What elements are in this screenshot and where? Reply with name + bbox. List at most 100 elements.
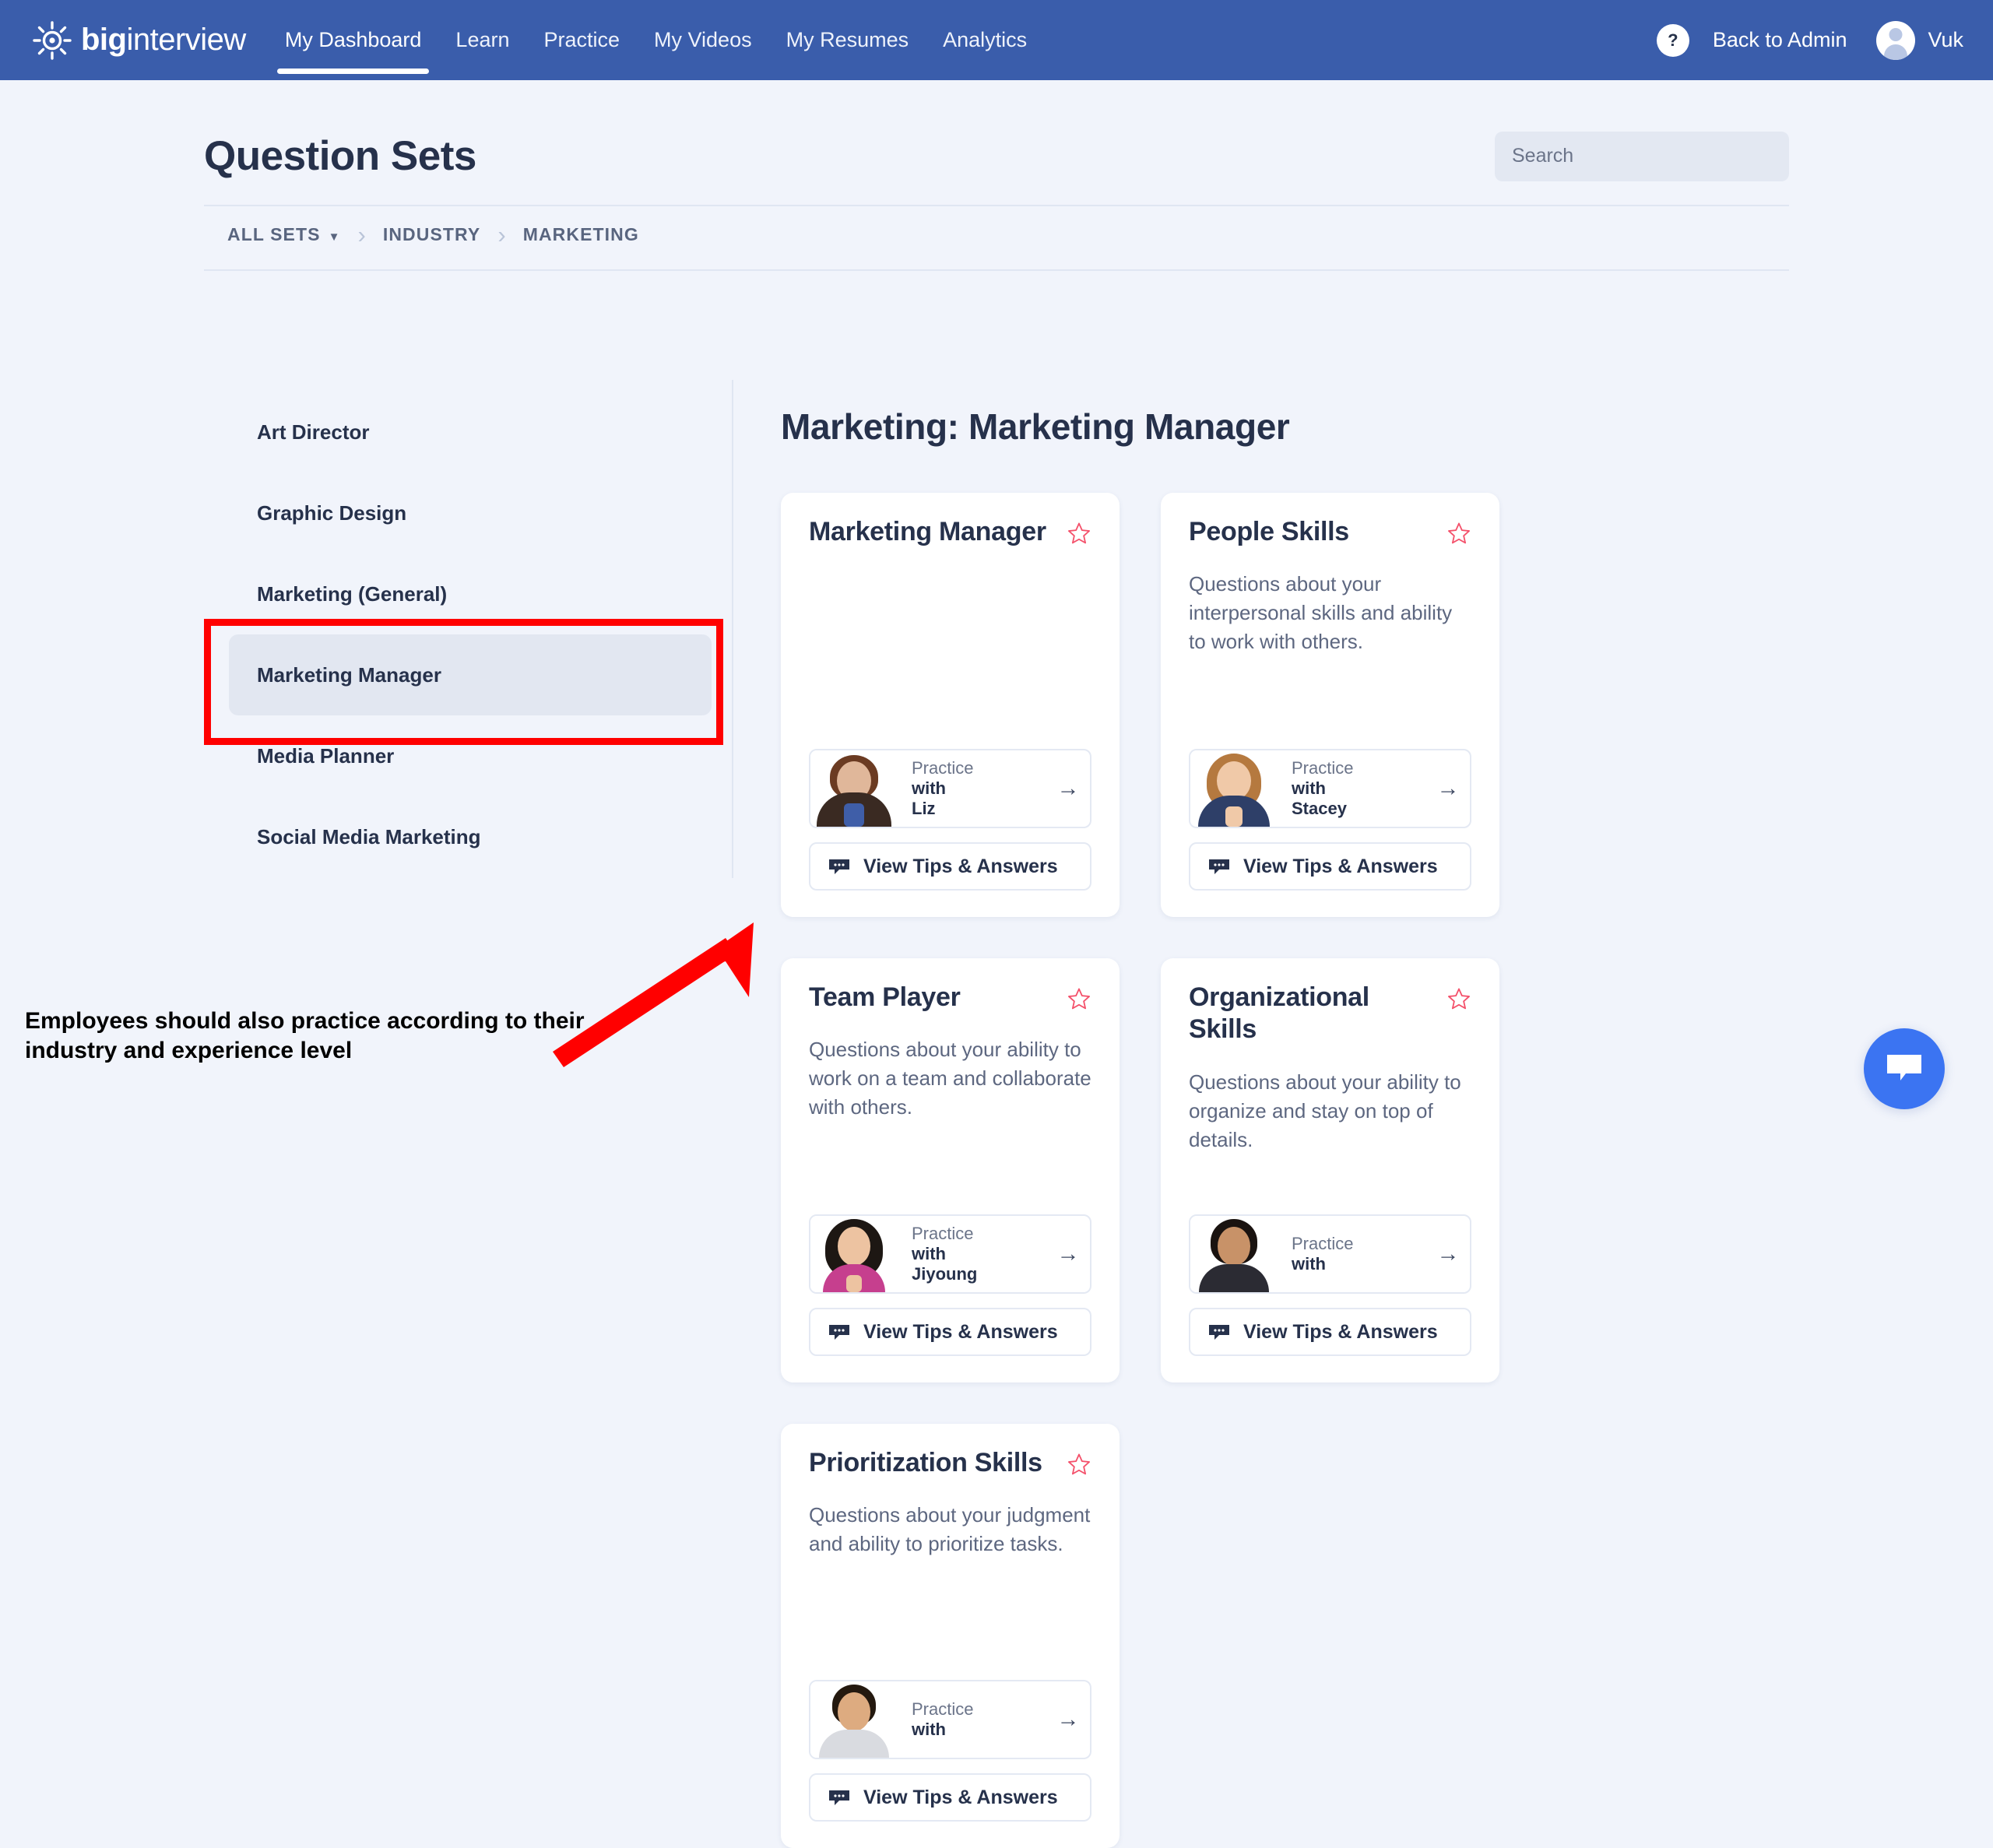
practice-text: Practice with bbox=[1278, 1216, 1426, 1292]
breadcrumb: ALL SETS ▼ › INDUSTRY › MARKETING bbox=[227, 223, 639, 247]
card-spacer bbox=[809, 570, 1091, 749]
breadcrumb-item-marketing[interactable]: MARKETING bbox=[523, 224, 639, 245]
practice-with: with bbox=[1292, 1254, 1326, 1274]
card-spacer bbox=[809, 1122, 1091, 1214]
practice-button[interactable]: Practice with → bbox=[809, 1680, 1091, 1759]
chat-widget-button[interactable] bbox=[1864, 1028, 1945, 1109]
card-spacer bbox=[809, 1558, 1091, 1680]
coach-photo-4 bbox=[1190, 1216, 1278, 1292]
practice-label: Practice bbox=[912, 758, 974, 778]
tips-label: View Tips & Answers bbox=[863, 855, 1058, 877]
sidebar-item-art-director[interactable]: Art Director bbox=[229, 392, 712, 473]
card-header: People Skills bbox=[1189, 516, 1471, 548]
chat-bubble-icon bbox=[1887, 1055, 1921, 1080]
practice-with: with bbox=[912, 1244, 946, 1264]
card-title: Marketing Manager bbox=[809, 517, 1046, 546]
star-outline-icon[interactable] bbox=[1446, 521, 1471, 546]
view-tips-answers-button[interactable]: View Tips & Answers bbox=[1189, 842, 1471, 891]
question-set-card-grid: Marketing Manager Practice with Liz → Vi… bbox=[781, 493, 1879, 1848]
practice-text: Practice with Liz bbox=[898, 750, 1046, 827]
tips-label: View Tips & Answers bbox=[1243, 1320, 1438, 1343]
search-input[interactable] bbox=[1495, 131, 1789, 181]
view-tips-answers-button[interactable]: View Tips & Answers bbox=[809, 1308, 1091, 1356]
card-people-skills[interactable]: People Skills Questions about your inter… bbox=[1161, 493, 1499, 917]
vertical-divider bbox=[732, 380, 733, 878]
chat-bubble-icon bbox=[829, 1325, 849, 1340]
sidebar-item-graphic-design[interactable]: Graphic Design bbox=[229, 473, 712, 553]
chevron-right-icon-2: › bbox=[497, 221, 506, 248]
practice-with: with bbox=[1292, 778, 1326, 799]
card-header: Team Player bbox=[809, 982, 1091, 1014]
sidebar-item-marketing-manager[interactable]: Marketing Manager bbox=[229, 634, 712, 715]
arrow-right-icon: → bbox=[1436, 775, 1460, 801]
coach-photo-liz bbox=[810, 750, 898, 827]
practice-button[interactable]: Practice with Liz → bbox=[809, 749, 1091, 828]
page-content: Question Sets ALL SETS ▼ › INDUSTRY › MAR… bbox=[0, 80, 1993, 1848]
breadcrumb-item-industry[interactable]: INDUSTRY bbox=[383, 224, 481, 245]
divider-bottom bbox=[204, 269, 1789, 271]
practice-button[interactable]: Practice with Stacey → bbox=[1189, 749, 1471, 828]
breadcrumb-label-all-sets: ALL SETS bbox=[227, 224, 321, 244]
page-header: Question Sets bbox=[204, 107, 1789, 205]
card-header: Prioritization Skills bbox=[809, 1447, 1091, 1479]
star-outline-icon[interactable] bbox=[1067, 521, 1091, 546]
divider-top bbox=[204, 205, 1789, 206]
nav-item-my-resumes[interactable]: My Resumes bbox=[769, 0, 926, 80]
sidebar-item-marketing-general[interactable]: Marketing (General) bbox=[229, 553, 712, 634]
practice-coach-name: Liz bbox=[912, 798, 936, 818]
chevron-down-icon: ▼ bbox=[328, 230, 341, 244]
tips-label: View Tips & Answers bbox=[863, 1320, 1058, 1343]
nav-item-my-videos[interactable]: My Videos bbox=[637, 0, 769, 80]
avatar bbox=[1876, 20, 1916, 60]
sidebar-item-media-planner[interactable]: Media Planner bbox=[229, 715, 712, 796]
card-description: Questions about your judgment and abilit… bbox=[809, 1503, 1091, 1556]
sun-icon bbox=[33, 20, 72, 60]
nav-item-practice[interactable]: Practice bbox=[526, 0, 637, 80]
arrow-right-icon: → bbox=[1056, 1706, 1080, 1732]
card-title: People Skills bbox=[1189, 517, 1349, 546]
arrow-right-icon: → bbox=[1436, 1241, 1460, 1267]
user-name-label: Vuk bbox=[1928, 28, 1963, 51]
card-description: Questions about your interpersonal skill… bbox=[1189, 572, 1453, 654]
back-to-admin-link[interactable]: Back to Admin bbox=[1713, 28, 1847, 52]
nav-right-group: ? Back to Admin Vuk bbox=[1656, 20, 1963, 60]
main-nav-links: My Dashboard Learn Practice My Videos My… bbox=[268, 0, 1044, 80]
card-marketing-manager[interactable]: Marketing Manager Practice with Liz → Vi… bbox=[781, 493, 1120, 917]
chat-bubble-icon bbox=[1209, 859, 1229, 874]
card-prioritization-skills[interactable]: Prioritization Skills Questions about yo… bbox=[781, 1424, 1120, 1848]
help-icon[interactable]: ? bbox=[1656, 23, 1689, 57]
brand-name-bold: big bbox=[81, 23, 127, 57]
user-menu[interactable]: Vuk bbox=[1876, 20, 1963, 60]
view-tips-answers-button[interactable]: View Tips & Answers bbox=[809, 842, 1091, 891]
brand-logo[interactable]: biginterview bbox=[30, 18, 246, 63]
nav-item-learn[interactable]: Learn bbox=[438, 0, 526, 80]
card-organizational-skills[interactable]: Organizational Skills Questions about yo… bbox=[1161, 958, 1499, 1382]
annotation-text: Employees should also practice according… bbox=[25, 1008, 585, 1064]
practice-with: with bbox=[912, 778, 946, 799]
card-spacer bbox=[1189, 1154, 1471, 1214]
star-outline-icon[interactable] bbox=[1067, 986, 1091, 1011]
card-title: Organizational Skills bbox=[1189, 982, 1369, 1045]
nav-item-my-dashboard[interactable]: My Dashboard bbox=[268, 0, 439, 80]
practice-button[interactable]: Practice with → bbox=[1189, 1214, 1471, 1294]
practice-text: Practice with bbox=[898, 1681, 1046, 1758]
nav-item-analytics[interactable]: Analytics bbox=[926, 0, 1044, 80]
view-tips-answers-button[interactable]: View Tips & Answers bbox=[1189, 1308, 1471, 1356]
card-title: Prioritization Skills bbox=[809, 1448, 1042, 1477]
card-header: Organizational Skills bbox=[1189, 982, 1471, 1046]
practice-text: Practice with Jiyoung bbox=[898, 1216, 1046, 1292]
card-team-player[interactable]: Team Player Questions about your ability… bbox=[781, 958, 1120, 1382]
sidebar-item-social-media-marketing[interactable]: Social Media Marketing bbox=[229, 796, 712, 877]
practice-button[interactable]: Practice with Jiyoung → bbox=[809, 1214, 1091, 1294]
coach-photo-jiyoung bbox=[810, 1216, 898, 1292]
practice-label: Practice bbox=[912, 1699, 974, 1720]
card-spacer bbox=[1189, 656, 1471, 749]
breadcrumb-item-all-sets[interactable]: ALL SETS ▼ bbox=[227, 224, 341, 245]
category-sidebar: Art Director Graphic Design Marketing (G… bbox=[229, 392, 712, 877]
card-description: Questions about your ability to work on … bbox=[809, 1038, 1091, 1119]
chat-bubble-icon bbox=[829, 859, 849, 874]
practice-label: Practice bbox=[1292, 1234, 1354, 1254]
star-outline-icon[interactable] bbox=[1446, 986, 1471, 1011]
view-tips-answers-button[interactable]: View Tips & Answers bbox=[809, 1773, 1091, 1822]
star-outline-icon[interactable] bbox=[1067, 1452, 1091, 1477]
